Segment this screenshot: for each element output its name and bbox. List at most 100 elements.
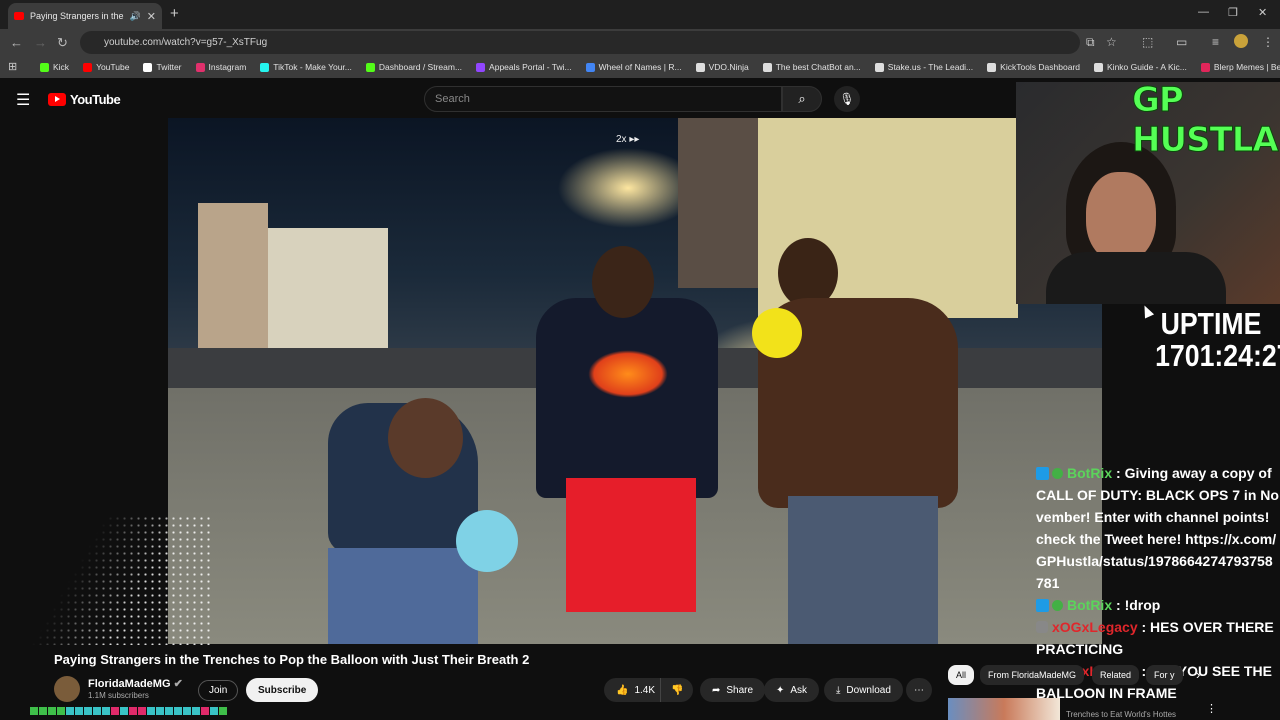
back-icon[interactable]: ←	[10, 35, 23, 50]
bookmark-item[interactable]: Kinko Guide - A Kic...	[1094, 62, 1187, 72]
search-input[interactable]: Search	[424, 86, 782, 112]
bookmark-item[interactable]: Twitter	[143, 62, 182, 72]
chat-text: : !drop	[1112, 597, 1161, 613]
sparkle-icon: ✦	[776, 684, 785, 696]
streamer-shirt	[1046, 252, 1226, 304]
bookmark-favicon-icon	[874, 62, 884, 72]
bookmark-label: VDO.Ninja	[708, 62, 749, 72]
bookmark-label: Appeals Portal - Twi...	[489, 62, 572, 72]
next-video-thumbnail[interactable]	[948, 698, 1060, 720]
browser-tab[interactable]: Paying Strangers in the Tre 🔊 ✕	[8, 3, 162, 29]
ask-button[interactable]: ✦ Ask	[764, 678, 820, 702]
chat-message: BotRix : !drop	[1036, 594, 1280, 616]
bookmark-item[interactable]: YouTube	[83, 62, 129, 72]
emote-icon	[48, 707, 56, 715]
close-window-icon[interactable]: ✕	[1258, 6, 1267, 19]
close-tab-icon[interactable]: ✕	[147, 10, 156, 23]
chat-username: xOGxLegacy	[1052, 619, 1138, 635]
video-player[interactable]	[168, 118, 1102, 644]
pumpkin-print	[588, 350, 668, 398]
bookmark-item[interactable]: The best ChatBot an...	[762, 62, 861, 72]
emote-icon	[156, 707, 164, 715]
chip-from-channel[interactable]: From FloridaMadeMG	[980, 665, 1085, 685]
bookmark-favicon-icon	[762, 62, 772, 72]
forward-icon[interactable]: →	[34, 35, 47, 50]
bookmark-favicon-icon	[83, 62, 93, 72]
media-icon[interactable]: ≡	[1212, 35, 1219, 49]
search-button[interactable]: ⌕	[782, 86, 822, 112]
emote-icon	[165, 707, 173, 715]
thumbs-down-icon: 👎	[671, 684, 684, 696]
voice-search-button[interactable]: 🎙	[834, 86, 860, 112]
channel-name[interactable]: FloridaMadeMG ✔	[88, 677, 183, 690]
youtube-logo[interactable]: YouTube	[48, 92, 121, 107]
bookmark-item[interactable]: Instagram	[195, 62, 246, 72]
chat-message: BotRix : Giving away a copy of CALL OF D…	[1036, 462, 1280, 594]
next-video-title[interactable]: Trenches to Eat World's Hottes	[1066, 710, 1176, 719]
channel-avatar[interactable]	[54, 676, 80, 702]
streamer-face	[1086, 172, 1156, 262]
bookmark-item[interactable]: VDO.Ninja	[695, 62, 749, 72]
chat-username: BotRix	[1067, 597, 1113, 613]
reload-icon[interactable]: ↻	[57, 35, 68, 51]
minimize-icon[interactable]: —	[1198, 6, 1209, 18]
search-placeholder: Search	[435, 93, 470, 105]
emote-strip	[30, 707, 227, 715]
emote-icon	[129, 707, 137, 715]
chip-related[interactable]: Related	[1092, 665, 1140, 685]
bookmark-label: Dashboard / Stream...	[378, 62, 463, 72]
extensions-icon[interactable]: ⬚	[1142, 35, 1153, 49]
logo-text: YouTube	[70, 92, 121, 107]
restore-icon[interactable]: ❐	[1228, 6, 1238, 19]
download-button[interactable]: ⤓ Download	[824, 678, 903, 702]
person-left-head	[388, 398, 463, 478]
bookmark-label: TikTok - Make Your...	[273, 62, 352, 72]
bookmark-item[interactable]: Appeals Portal - Twi...	[476, 62, 572, 72]
new-tab-button[interactable]: +	[170, 5, 179, 22]
bookmark-item[interactable]: Dashboard / Stream...	[365, 62, 463, 72]
microphone-icon: 🎙	[839, 92, 855, 106]
emote-icon	[183, 707, 191, 715]
building-center-left	[268, 228, 388, 358]
like-button[interactable]: 👍 1.4K	[604, 678, 666, 702]
bookmark-item[interactable]: Kick	[40, 62, 69, 72]
bookmark-item[interactable]: TikTok - Make Your...	[260, 62, 352, 72]
bookmark-label: Twitter	[156, 62, 182, 72]
bookmark-label: Wheel of Names | R...	[598, 62, 682, 72]
bookmark-item[interactable]: Blerp Memes | Best...	[1200, 62, 1280, 72]
emote-icon	[39, 707, 47, 715]
more-actions-button[interactable]: ⋯	[906, 678, 932, 702]
address-bar[interactable]: youtube.com/watch?v=g57-_XsTFug	[80, 31, 1080, 54]
join-button[interactable]: Join	[198, 680, 239, 701]
share-button[interactable]: ➦ Share	[700, 678, 766, 702]
subscribe-button[interactable]: Subscribe	[246, 678, 319, 702]
bookmark-item[interactable]: Stake.us - The Leadi...	[874, 62, 973, 72]
bookmark-favicon-icon	[585, 62, 595, 72]
next-video-menu-icon[interactable]: ⋮	[1206, 702, 1217, 715]
chip-all[interactable]: All	[948, 665, 975, 685]
url-text: youtube.com/watch?v=g57-_XsTFug	[104, 37, 268, 48]
emote-icon	[57, 707, 65, 715]
search-icon: ⌕	[798, 91, 806, 106]
mouse-cursor	[1139, 303, 1155, 319]
apps-grid-icon[interactable]: ⊞	[8, 60, 17, 73]
video-title: Paying Strangers in the Trenches to Pop …	[54, 652, 530, 667]
browser-menu-icon[interactable]: ⋮	[1262, 35, 1274, 49]
bookmark-item[interactable]: Wheel of Names | R...	[585, 62, 682, 72]
cast-icon[interactable]: ▭	[1176, 35, 1187, 49]
bookmark-favicon-icon	[695, 62, 705, 72]
bookmark-star-icon[interactable]: ☆	[1106, 35, 1117, 49]
bookmark-item[interactable]: KickTools Dashboard	[987, 62, 1080, 72]
share-label: Share	[726, 684, 754, 696]
person-center-head	[592, 246, 654, 318]
profile-avatar[interactable]	[1234, 34, 1248, 48]
dislike-button[interactable]: 👎	[660, 678, 694, 702]
speaker-icon[interactable]: 🔊	[130, 11, 141, 22]
chip-for-you[interactable]: For y	[1146, 665, 1183, 685]
emote-icon	[75, 707, 83, 715]
install-icon[interactable]: ⧉	[1086, 35, 1095, 50]
stream-cam-title: GP HUSTLA	[1132, 80, 1280, 161]
hamburger-menu-icon[interactable]: ☰	[16, 90, 30, 110]
channel-name-text: FloridaMadeMG	[88, 678, 171, 690]
chevron-right-icon[interactable]: ›	[1196, 667, 1200, 682]
